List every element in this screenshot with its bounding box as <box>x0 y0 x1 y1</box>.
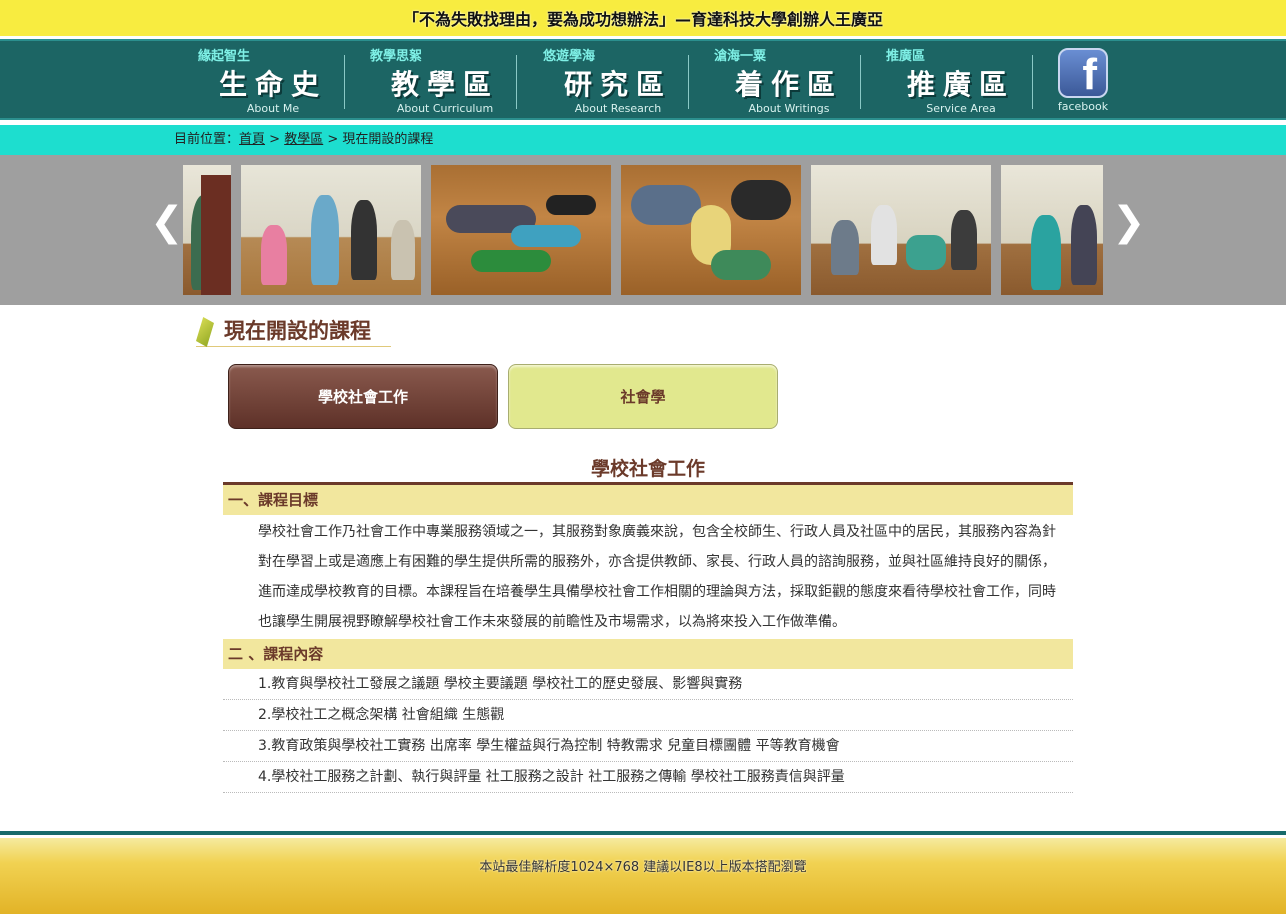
nav-divider <box>860 55 861 109</box>
nav-item-english: About Writings <box>748 102 830 115</box>
nav-item-subtitle: 緣起智生 <box>198 49 251 64</box>
list-item: 2.學校社工之概念架構 社會組織 生態觀 <box>223 700 1073 731</box>
nav-item-label: 推廣區 <box>906 68 1015 101</box>
nav-item-teaching[interactable]: 教學思絮 教學區 About Curriculum <box>360 41 530 120</box>
breadcrumb-home-link[interactable]: 首頁 <box>239 132 265 147</box>
nav-item-label: 生命史 <box>218 68 327 101</box>
carousel-photo[interactable] <box>1001 165 1103 295</box>
objectives-paragraph: 學校社會工作乃社會工作中專業服務領域之一，其服務對象廣義來說，包含全校師生、行政… <box>258 524 1056 630</box>
carousel-strip <box>183 165 1103 295</box>
breadcrumb-current: 現在開設的課程 <box>342 132 434 147</box>
photo-carousel: ❮ ❯ <box>0 155 1286 305</box>
slogan-text: 「不為失敗找理由，要為成功想辦法」—育達科技大學創辦人王廣亞 <box>402 10 883 29</box>
nav-item-writings[interactable]: 滄海一粟 着作區 About Writings <box>704 41 874 120</box>
nav-item-service[interactable]: 推廣區 推廣區 Service Area <box>876 41 1046 120</box>
list-item: 4.學校社工服務之計劃、執行與評量 社工服務之設計 社工服務之傳輸 學校社工服務… <box>223 762 1073 793</box>
nav-item-subtitle: 推廣區 <box>886 49 926 64</box>
tab-school-social-work[interactable]: 學校社會工作 <box>228 364 498 429</box>
page-title-block: 現在開設的課程 <box>196 315 391 347</box>
list-item: 1.教育與學校社工發展之議題 學校主要議題 學校社工的歷史發展、影響與實務 <box>223 669 1073 700</box>
carousel-photo[interactable] <box>431 165 611 295</box>
breadcrumb: 目前位置：首頁 > 教學區 > 現在開設的課程 <box>0 125 1286 155</box>
nav-item-subtitle: 滄海一粟 <box>714 49 767 64</box>
footer-text: 本站最佳解析度1024×768 建議以IE8以上版本搭配瀏覽 <box>479 860 807 875</box>
nav-item-english: Service Area <box>926 102 996 115</box>
facebook-label: facebook <box>1057 100 1109 113</box>
breadcrumb-section-link[interactable]: 教學區 <box>284 132 323 147</box>
nav-item-subtitle: 教學思絮 <box>370 49 423 64</box>
carousel-next-arrow-icon[interactable]: ❯ <box>1112 199 1146 245</box>
nav-item-subtitle: 悠遊學海 <box>543 49 596 64</box>
nav-item-english: About Curriculum <box>396 102 494 115</box>
nav-item-english: About Me <box>246 102 300 115</box>
nav-divider <box>1032 55 1033 109</box>
footer: 本站最佳解析度1024×768 建議以IE8以上版本搭配瀏覽 <box>0 831 1286 914</box>
title-marker-icon <box>196 317 214 347</box>
facebook-link[interactable]: f facebook <box>1055 48 1111 118</box>
carousel-photo[interactable] <box>621 165 801 295</box>
top-slogan-bar: 「不為失敗找理由，要為成功想辦法」—育達科技大學創辦人王廣亞 <box>0 0 1286 36</box>
nav-divider <box>688 55 689 109</box>
course-content: 學校社會工作 一、課程目標 學校社會工作乃社會工作中專業服務領域之一，其服務對象… <box>223 455 1073 793</box>
page-title: 現在開設的課程 <box>224 319 371 343</box>
nav-item-label: 教學區 <box>390 68 499 101</box>
breadcrumb-separator: > <box>265 132 285 147</box>
facebook-icon: f <box>1058 48 1108 99</box>
nav-divider <box>516 55 517 109</box>
section-heading-content: 二 、課程內容 <box>223 639 1073 669</box>
nav-item-label: 研究區 <box>563 68 672 101</box>
nav-item-research[interactable]: 悠遊學海 研究區 About Research <box>533 41 703 120</box>
carousel-photo[interactable] <box>183 165 231 295</box>
course-title: 學校社會工作 <box>223 455 1073 485</box>
nav-item-life-history[interactable]: 緣起智生 生命史 About Me <box>188 41 358 120</box>
nav-item-label: 着作區 <box>734 68 843 101</box>
list-item: 3.教育政策與學校社工實務 出席率 學生權益與行為控制 特教需求 兒童目標團體 … <box>223 731 1073 762</box>
breadcrumb-separator: > <box>323 132 343 147</box>
breadcrumb-prefix: 目前位置： <box>174 132 240 147</box>
nav-divider <box>344 55 345 109</box>
tab-sociology[interactable]: 社會學 <box>508 364 778 429</box>
carousel-photo[interactable] <box>241 165 421 295</box>
carousel-prev-arrow-icon[interactable]: ❮ <box>150 199 184 245</box>
carousel-photo[interactable] <box>811 165 991 295</box>
nav-item-english: About Research <box>574 102 662 115</box>
main-navigation: 緣起智生 生命史 About Me 教學思絮 教學區 About Curricu… <box>0 39 1286 120</box>
section-heading-objectives: 一、課程目標 <box>223 485 1073 515</box>
